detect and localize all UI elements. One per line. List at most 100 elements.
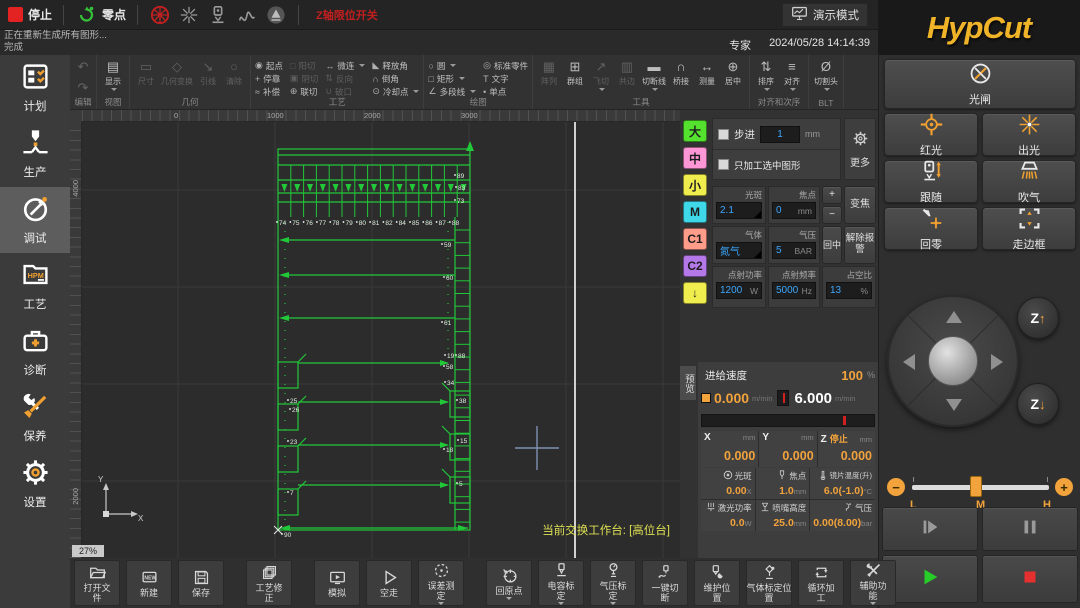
bottom-simulate-button[interactable]: 模拟: [314, 560, 360, 606]
z-up-button[interactable]: Z↑: [1017, 297, 1059, 339]
bottom-process-fix-button[interactable]: 工艺修正: [246, 560, 292, 606]
more-button[interactable]: 更多: [844, 118, 876, 180]
layer-m-button[interactable]: M: [683, 201, 707, 223]
preview-tab[interactable]: 预览: [680, 366, 696, 400]
burst-power-input[interactable]: 1200W: [716, 282, 762, 299]
ribbon-release-angle-button[interactable]: ◣释放角: [372, 59, 419, 72]
slider-handle[interactable]: [970, 476, 982, 497]
ribbon-center-button[interactable]: ⊕居中: [721, 57, 745, 87]
ribbon-group-button[interactable]: ⊞群组: [563, 57, 587, 87]
status-readout: 光斑0.00X焦点1.0mm镜片温度(升)6.0(-1.0)°C激光功率0.0W…: [701, 468, 875, 531]
only-selected-checkbox[interactable]: [718, 159, 729, 170]
zoom-focus-button[interactable]: 变焦: [844, 186, 876, 224]
ribbon-micro-joint-button[interactable]: ↔微连: [325, 59, 365, 72]
ribbon-display-button[interactable]: ▤显示: [101, 57, 125, 91]
z-down-button[interactable]: Z↓: [1017, 383, 1059, 425]
ribbon-align-button[interactable]: ≡对齐: [780, 57, 804, 91]
follow-status-icon[interactable]: [207, 4, 229, 26]
logo-text: HypCut: [927, 10, 1031, 46]
follow-button[interactable]: 跟随: [884, 160, 978, 203]
layer-big-button[interactable]: 大: [683, 120, 707, 142]
stop-button[interactable]: 停止: [8, 6, 52, 23]
focus-input[interactable]: 0mm: [772, 202, 816, 219]
layer-c1-button[interactable]: C1: [683, 228, 707, 250]
step-input[interactable]: 1: [760, 126, 800, 143]
duty-input[interactable]: 13%: [826, 282, 872, 299]
layer-small-button[interactable]: 小: [683, 174, 707, 196]
speed-minus-button[interactable]: −: [887, 478, 905, 496]
bottom-open-file-button[interactable]: 打开文件: [74, 560, 120, 606]
spot-select[interactable]: 2.1: [716, 202, 762, 219]
sidebar-item-diagnose[interactable]: 诊断: [0, 319, 70, 385]
jog-up-icon[interactable]: [946, 311, 962, 323]
ribbon-dock-button[interactable]: +停靠: [255, 72, 283, 85]
curve-status-icon[interactable]: [236, 4, 258, 26]
svg-text:75: 75: [292, 220, 300, 227]
pressure-input[interactable]: 5BAR: [772, 242, 816, 259]
bottom-dry-run-button[interactable]: 空走: [366, 560, 412, 606]
layer-c2-button[interactable]: C2: [683, 255, 707, 277]
jog-pad[interactable]: [887, 295, 1019, 427]
ribbon-start-point-button[interactable]: ◉起点: [255, 59, 283, 72]
step-checkbox[interactable]: [718, 129, 729, 140]
ribbon-chamfer-button[interactable]: ∩倒角: [372, 72, 419, 85]
bottom-origin-button[interactable]: 回原点: [486, 560, 532, 606]
bottom-gas-calib-pos-button[interactable]: 气体标定位置: [746, 560, 792, 606]
burst-freq-input[interactable]: 5000Hz: [772, 282, 816, 299]
sidebar-item-process[interactable]: HPM工艺: [0, 253, 70, 319]
ribbon-sort-button[interactable]: ⇅排序: [754, 57, 778, 91]
shutter-button[interactable]: 光闸: [884, 59, 1076, 109]
ribbon-bridge-button[interactable]: ∩桥接: [669, 57, 693, 87]
sidebar-item-maintain[interactable]: 保养: [0, 385, 70, 451]
ribbon-cutting-head-button[interactable]: Ø切割头: [813, 57, 839, 91]
ribbon-rect-button[interactable]: □矩形: [428, 72, 476, 85]
bottom-maintain-pos-button[interactable]: 维护位置: [694, 560, 740, 606]
ribbon-measure-button[interactable]: ↔测量: [695, 57, 719, 87]
bottom-pressure-calib-button[interactable]: 气压标定: [590, 560, 636, 606]
stat-label-text: 光斑: [735, 470, 752, 482]
bottom-loop-process-button[interactable]: 循环加工: [798, 560, 844, 606]
sidebar-item-produce[interactable]: 生产: [0, 121, 70, 187]
ribbon-toolbar: ↶↷编辑▤显示视图▭尺寸◇几何变换↘引线○清除几何◉起点□阳切↔微连◣释放角+停…: [70, 55, 878, 110]
center-button[interactable]: 回中: [822, 226, 842, 264]
layer-mid-button[interactable]: 中: [683, 147, 707, 169]
layer-down-button[interactable]: ↓: [683, 282, 707, 304]
bottom-save-button[interactable]: 保存: [178, 560, 224, 606]
jog-right-icon[interactable]: [991, 354, 1003, 370]
laser-status-icon[interactable]: [178, 4, 200, 26]
focus-minus-button[interactable]: −: [822, 206, 842, 224]
bottom-one-key-cut-button[interactable]: 一键切断: [642, 560, 688, 606]
gas-select[interactable]: 氮气: [716, 242, 762, 259]
alarm-status-icon[interactable]: [149, 4, 171, 26]
dome-status-icon[interactable]: [265, 4, 287, 26]
clear-alarm-button[interactable]: 解除报警: [844, 226, 876, 264]
jog-down-icon[interactable]: [946, 399, 962, 411]
stat-value: 25.0mm: [759, 514, 807, 530]
bottom-error-measure-button[interactable]: 误差测定: [418, 560, 464, 606]
jog-knob[interactable]: [928, 336, 978, 386]
bottom-cap-calib-button[interactable]: 电容标定: [538, 560, 584, 606]
speed-plus-button[interactable]: +: [1055, 478, 1073, 496]
frame-button[interactable]: 走边框: [982, 207, 1076, 250]
ribbon-circle-button[interactable]: ○圆: [428, 59, 476, 72]
drawing-canvas[interactable]: 0100020003000 40002000: [70, 110, 680, 558]
home-button[interactable]: 回零: [884, 207, 978, 250]
demo-mode-button[interactable]: 演示模式: [782, 3, 868, 27]
jog-left-icon[interactable]: [903, 354, 915, 370]
zero-button[interactable]: 零点: [75, 4, 126, 26]
bottom-aux-func-button[interactable]: 辅助功能: [850, 560, 896, 606]
start-button[interactable]: [882, 555, 978, 603]
bottom-new-button[interactable]: NEW新建: [126, 560, 172, 606]
sidebar-item-settings[interactable]: 设置: [0, 451, 70, 517]
stop-button[interactable]: [982, 555, 1078, 603]
ribbon-cut-line-button[interactable]: ▬切断线: [641, 57, 667, 91]
blow-button[interactable]: 吹气: [982, 160, 1076, 203]
sidebar-item-plan[interactable]: 计划: [0, 55, 70, 121]
ribbon-text-button[interactable]: T文字: [483, 72, 528, 85]
focus-plus-button[interactable]: +: [822, 186, 842, 204]
sidebar-item-debug[interactable]: 调试: [0, 187, 70, 253]
laser-out-button[interactable]: 出光: [982, 113, 1076, 156]
ribbon-standard-part-button[interactable]: ◎标准零件: [483, 59, 528, 72]
red-light-button[interactable]: 红光: [884, 113, 978, 156]
transform-icon: ◇: [172, 59, 182, 75]
